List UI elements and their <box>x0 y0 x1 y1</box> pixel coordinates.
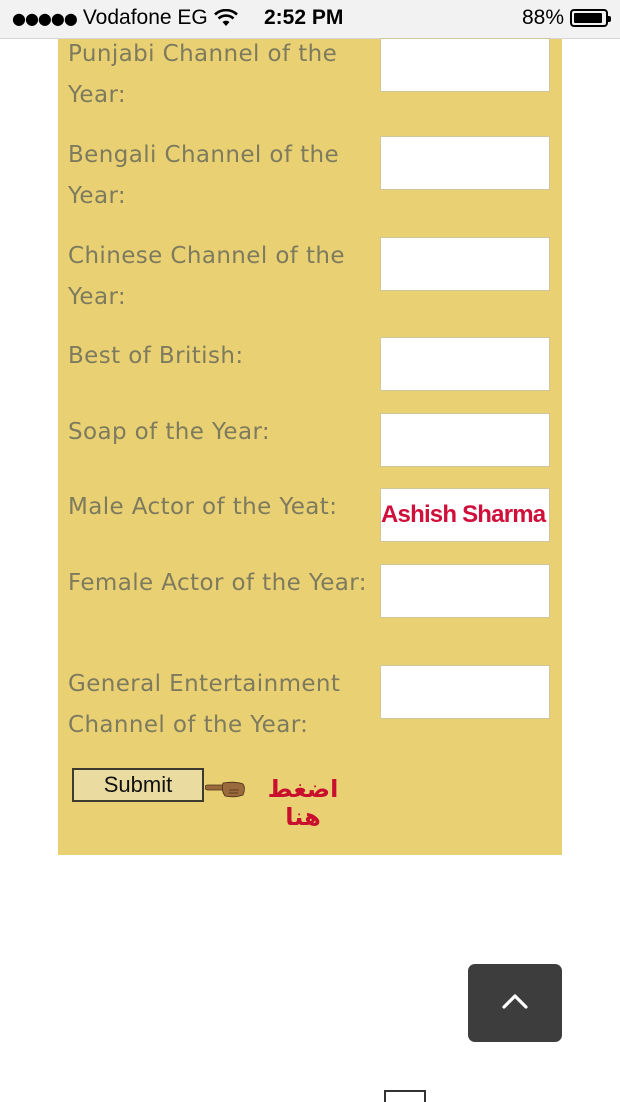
label-bengali-channel: Bengali Channel of the Year: <box>68 142 340 209</box>
page-bottom-fragment <box>384 1090 426 1102</box>
chevron-up-icon <box>502 994 528 1009</box>
label-soap-of-the-year: Soap of the Year: <box>68 419 271 445</box>
general-entertainment-input[interactable] <box>380 665 550 719</box>
punjabi-channel-input[interactable] <box>380 38 550 92</box>
label-male-actor: Male Actor of the Yeat: <box>68 494 338 520</box>
best-of-british-input[interactable] <box>380 337 550 391</box>
male-actor-annotation: Ashish Sharma <box>381 501 546 528</box>
label-chinese-channel: Chinese Channel of the Year: <box>68 243 345 310</box>
male-actor-input[interactable]: Ashish Sharma <box>380 488 550 542</box>
battery-percentage: 88% <box>521 6 564 29</box>
chinese-channel-input[interactable] <box>380 237 550 291</box>
click-here-annotation: اضغط هنا <box>267 775 339 831</box>
back-to-top-button[interactable] <box>468 964 562 1042</box>
label-best-of-british: Best of British: <box>68 343 244 369</box>
label-punjabi-channel: Punjabi Channel of the Year: <box>68 41 338 108</box>
pointing-hand-icon <box>205 781 245 798</box>
carrier-name: Vodafone EG <box>82 6 208 29</box>
submit-button[interactable]: Submit <box>72 768 204 802</box>
battery-icon <box>570 9 611 27</box>
label-female-actor: Female Actor of the Year: <box>68 570 367 596</box>
label-general-entertainment: General Entertainment Channel of the Yea… <box>68 671 341 738</box>
soap-of-the-year-input[interactable] <box>380 413 550 467</box>
female-actor-input[interactable] <box>380 564 550 618</box>
clock: 2:52 PM <box>264 6 344 29</box>
wifi-icon <box>213 9 238 26</box>
bengali-channel-input[interactable] <box>380 136 550 190</box>
awards-form: Punjabi Channel of the Year: Bengali Cha… <box>58 38 562 855</box>
signal-strength-icon: ●●●●● <box>12 8 78 28</box>
